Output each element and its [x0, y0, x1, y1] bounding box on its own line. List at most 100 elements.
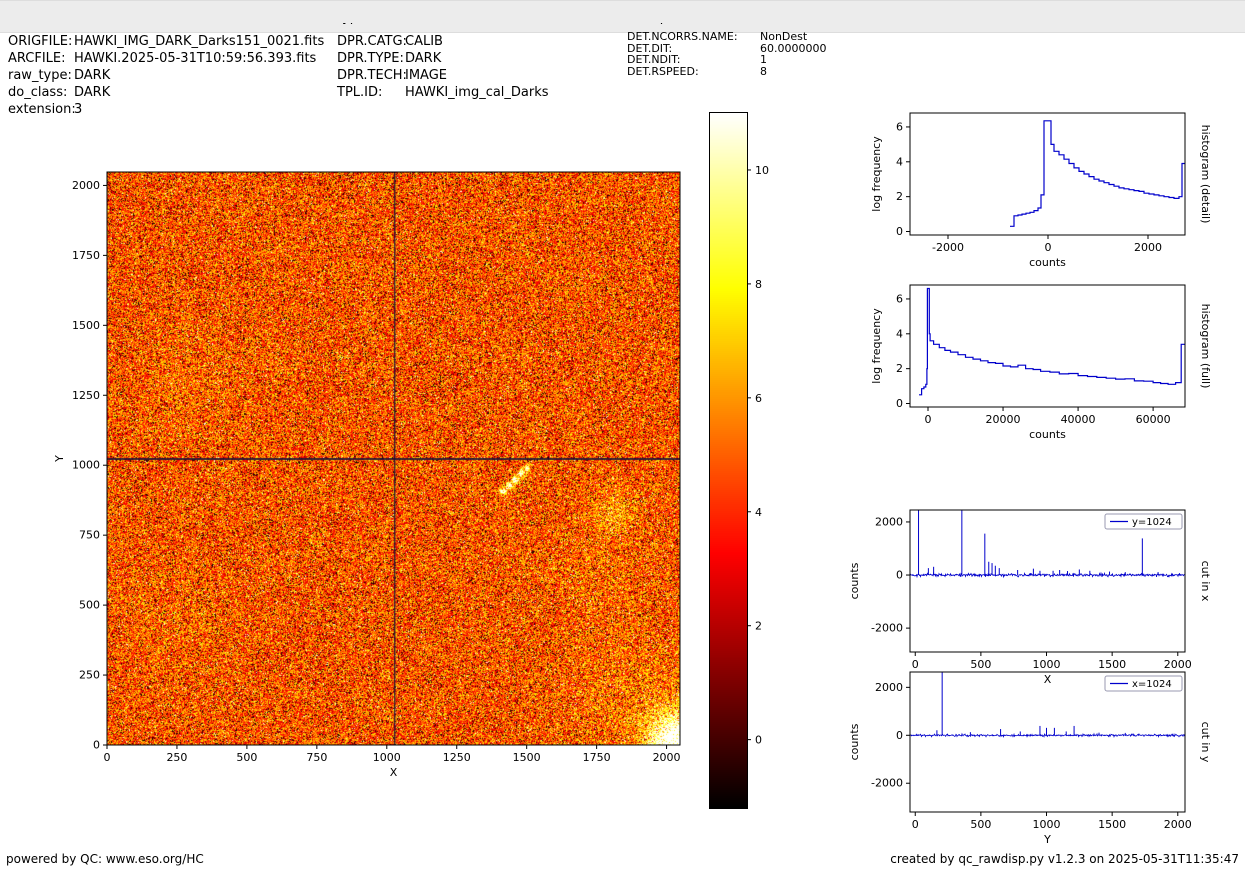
cut-in-y-plot: 0 500 1000 1500 2000 -2000 0 2000 Ycounts cut in … [0, 0, 1245, 870]
meta-label: DPR.CATG: [337, 34, 407, 49]
svg-text:counts: counts [848, 723, 861, 760]
svg-text:2000: 2000 [875, 681, 903, 694]
svg-text:0: 0 [925, 413, 932, 426]
svg-text:8: 8 [755, 278, 762, 291]
meta-value: 1 [760, 53, 767, 66]
svg-text:X: X [1044, 673, 1052, 686]
svg-text:log frequency: log frequency [870, 136, 883, 212]
type-info-panel: DPR.CATG: CALIB DPR.TYPE: DARK DPR.TECH: IM… [337, 33, 549, 101]
svg-text:-2000: -2000 [932, 241, 964, 254]
meta-value: DARK [74, 68, 111, 83]
meta-label: ORIGFILE: [8, 34, 73, 49]
svg-text:4: 4 [755, 506, 762, 519]
footer-right-text: created by qc_rawdisp.py v1.2.3 on 2025-… [890, 852, 1239, 866]
meta-label: do_class: [8, 85, 68, 100]
meta-row-arcfile: ARCFILE: HAWKI.2025-05-31T10:59:56.393.fi… [8, 50, 324, 67]
meta-value: NonDest [760, 30, 808, 43]
svg-text:1250: 1250 [72, 389, 100, 402]
svg-text:1000: 1000 [72, 459, 100, 472]
svg-text:20000: 20000 [986, 413, 1021, 426]
svg-text:x=1024: x=1024 [1132, 679, 1172, 690]
histogram-full-plot: 0 20000 40000 60000 0 2 4 6 counts log frequency h… [0, 0, 1245, 870]
meta-label: DPR.TYPE: [337, 51, 404, 66]
setup-info-panel: DET.NCORRS.NAME: NonDest DET.DIT: 60.00000… [627, 31, 826, 77]
svg-text:2000: 2000 [1134, 241, 1162, 254]
svg-text:cut in x: cut in x [1199, 561, 1212, 602]
svg-text:1000: 1000 [373, 751, 401, 764]
svg-text:y=1024: y=1024 [1132, 517, 1172, 528]
svg-text:0: 0 [93, 739, 100, 752]
svg-text:1750: 1750 [72, 249, 100, 262]
svg-text:4: 4 [896, 155, 903, 168]
svg-text:1000: 1000 [1033, 658, 1061, 671]
svg-text:2: 2 [755, 620, 762, 633]
svg-text:250: 250 [79, 669, 100, 682]
svg-text:2000: 2000 [72, 179, 100, 192]
meta-value: HAWKI.2025-05-31T10:59:56.393.fits [74, 51, 317, 66]
colorbar: 0 2 4 6 8 10 [0, 0, 1245, 870]
svg-text:Y: Y [53, 455, 66, 463]
qc-report-page: 2025-05-30: HAWKI type info set-up info … [0, 0, 1245, 870]
meta-label: DPR.TECH: [337, 68, 407, 83]
svg-text:750: 750 [79, 529, 100, 542]
svg-text:0: 0 [896, 729, 903, 742]
meta-label: DET.NDIT: [627, 53, 681, 66]
svg-text:1500: 1500 [72, 319, 100, 332]
svg-text:2000: 2000 [653, 751, 681, 764]
meta-row-dpr-type: DPR.TYPE: DARK [337, 50, 549, 67]
svg-text:60000: 60000 [1136, 413, 1171, 426]
svg-text:2: 2 [896, 190, 903, 203]
meta-label: raw_type: [8, 68, 72, 83]
file-metadata-panel: ORIGFILE: HAWKI_IMG_DARK_Darks151_0021.fi… [8, 33, 324, 118]
svg-text:0: 0 [896, 225, 903, 238]
meta-row-doclass: do_class: DARK [8, 84, 324, 101]
svg-text:1500: 1500 [1098, 658, 1126, 671]
meta-row-rawtype: raw_type: DARK [8, 67, 324, 84]
meta-label: extension: [8, 102, 76, 117]
meta-value: 60.0000000 [760, 41, 827, 55]
meta-row-tpl-id: TPL.ID: HAWKI_img_cal_Darks [337, 84, 549, 101]
svg-text:500: 500 [970, 818, 991, 831]
svg-text:10: 10 [755, 164, 769, 177]
svg-text:0: 0 [104, 751, 111, 764]
meta-row-extension: extension: 3 [8, 101, 324, 118]
histogram-detail-plot: -2000 0 2000 0 2 4 6 counts log frequency histogr… [0, 0, 1245, 870]
svg-text:X: X [390, 766, 398, 779]
svg-text:1750: 1750 [583, 751, 611, 764]
meta-value: CALIB [405, 34, 443, 49]
svg-text:0: 0 [1045, 241, 1052, 254]
meta-value: DARK [405, 51, 442, 66]
meta-label: TPL.ID: [337, 85, 383, 100]
svg-text:0: 0 [896, 397, 903, 410]
svg-text:2000: 2000 [1164, 658, 1192, 671]
meta-value: 8 [760, 64, 767, 78]
cut-in-x-plot: 0 500 1000 1500 2000 -2000 0 2000 Xcounts cut in … [0, 0, 1245, 870]
svg-text:1000: 1000 [1033, 818, 1061, 831]
meta-row-ndit: DET.NDIT: 1 [627, 54, 826, 66]
svg-text:0: 0 [755, 734, 762, 747]
svg-text:1500: 1500 [513, 751, 541, 764]
svg-text:500: 500 [79, 599, 100, 612]
raw-image-plot: 0 250 500 750 1000 1250 1500 1750 2000 0 250 500 750… [0, 0, 1245, 870]
meta-row-dpr-tech: DPR.TECH: IMAGE [337, 67, 549, 84]
meta-value: 3 [74, 102, 83, 117]
svg-text:750: 750 [306, 751, 327, 764]
footer-bar [0, 0, 1245, 23]
meta-value: IMAGE [405, 68, 448, 83]
svg-text:2000: 2000 [875, 515, 903, 528]
svg-text:0: 0 [896, 569, 903, 582]
meta-row-dpr-catg: DPR.CATG: CALIB [337, 33, 549, 50]
svg-text:counts: counts [1029, 256, 1066, 269]
meta-value: HAWKI_IMG_DARK_Darks151_0021.fits [74, 34, 325, 49]
svg-text:2: 2 [896, 362, 903, 375]
meta-value: DARK [74, 85, 111, 100]
raw-image-canvas [107, 172, 680, 745]
svg-text:0: 0 [912, 818, 919, 831]
svg-text:6: 6 [896, 120, 903, 133]
svg-text:counts: counts [848, 562, 861, 599]
svg-text:counts: counts [1029, 428, 1066, 441]
svg-text:-2000: -2000 [871, 777, 903, 790]
meta-label: DET.NCORRS.NAME: [627, 30, 738, 43]
svg-text:1250: 1250 [443, 751, 471, 764]
svg-text:6: 6 [896, 292, 903, 305]
